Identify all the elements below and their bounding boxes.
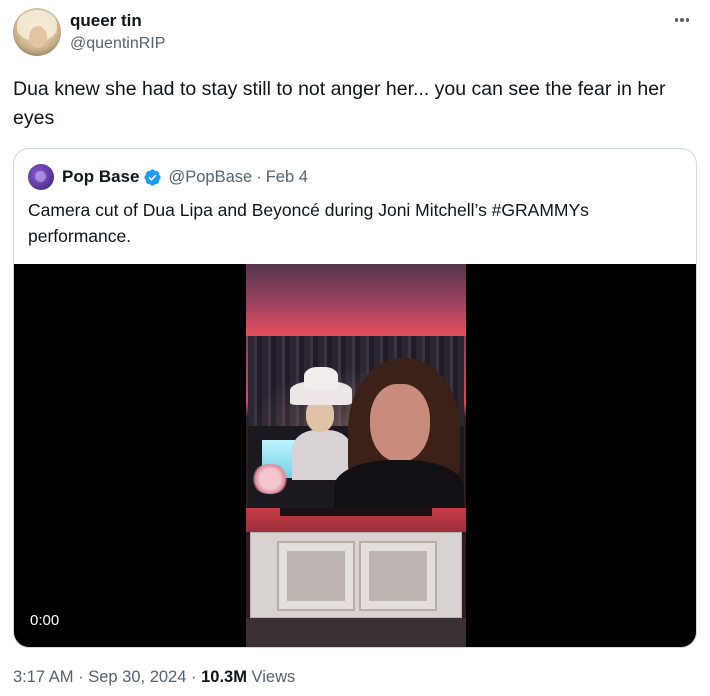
- person-right-body: [334, 460, 464, 508]
- quoted-tweet-text: Camera cut of Dua Lipa and Beyoncé durin…: [28, 200, 589, 246]
- video-tv-screen: [248, 336, 464, 508]
- quoted-tweet-header: Pop Base @PopBase · Feb 4: [28, 163, 308, 191]
- video-player[interactable]: 0:00: [14, 264, 696, 647]
- tweet-author: queer tin @quentinRIP: [70, 10, 165, 55]
- header-separator: ·: [256, 167, 262, 186]
- cowboy-hat: [290, 367, 352, 405]
- meta-separator: ·: [191, 668, 197, 686]
- tweet-time[interactable]: 3:17 AM: [13, 668, 74, 686]
- console-door: [359, 541, 437, 611]
- author-display-name[interactable]: queer tin: [70, 10, 165, 32]
- video-wall: [246, 264, 466, 336]
- tv-console: [250, 532, 462, 618]
- tweet-author-avatar[interactable]: [13, 8, 61, 56]
- person-right-face: [370, 384, 430, 462]
- tweet-date[interactable]: Sep 30, 2024: [88, 668, 186, 686]
- verified-badge-icon: [144, 168, 162, 186]
- views-count: 10.3M: [201, 668, 247, 686]
- flowers: [250, 464, 290, 494]
- console-door: [277, 541, 355, 611]
- video-frame: [246, 264, 466, 647]
- tweet-meta: 3:17 AM · Sep 30, 2024 · 10.3M Views: [13, 668, 295, 687]
- more-dot: [680, 18, 684, 22]
- meta-separator: ·: [78, 668, 84, 686]
- more-dot: [674, 18, 679, 22]
- avatar-face: [29, 26, 47, 48]
- author-handle[interactable]: @quentinRIP: [70, 33, 165, 55]
- views-label: Views: [251, 668, 296, 686]
- quoted-author-handle[interactable]: @PopBase: [168, 168, 252, 187]
- tv-stand: [280, 508, 432, 516]
- quoted-author-name[interactable]: Pop Base: [62, 167, 139, 187]
- floor: [246, 618, 466, 647]
- tweet-text: Dua knew she had to stay still to not an…: [13, 78, 666, 129]
- quoted-author-avatar[interactable]: [28, 164, 54, 190]
- more-options-icon[interactable]: [670, 8, 694, 32]
- quoted-date[interactable]: Feb 4: [266, 168, 308, 187]
- quoted-tweet-card[interactable]: Pop Base @PopBase · Feb 4 Camera cut of …: [13, 148, 697, 648]
- video-timestamp: 0:00: [30, 612, 60, 629]
- more-dot: [685, 18, 690, 22]
